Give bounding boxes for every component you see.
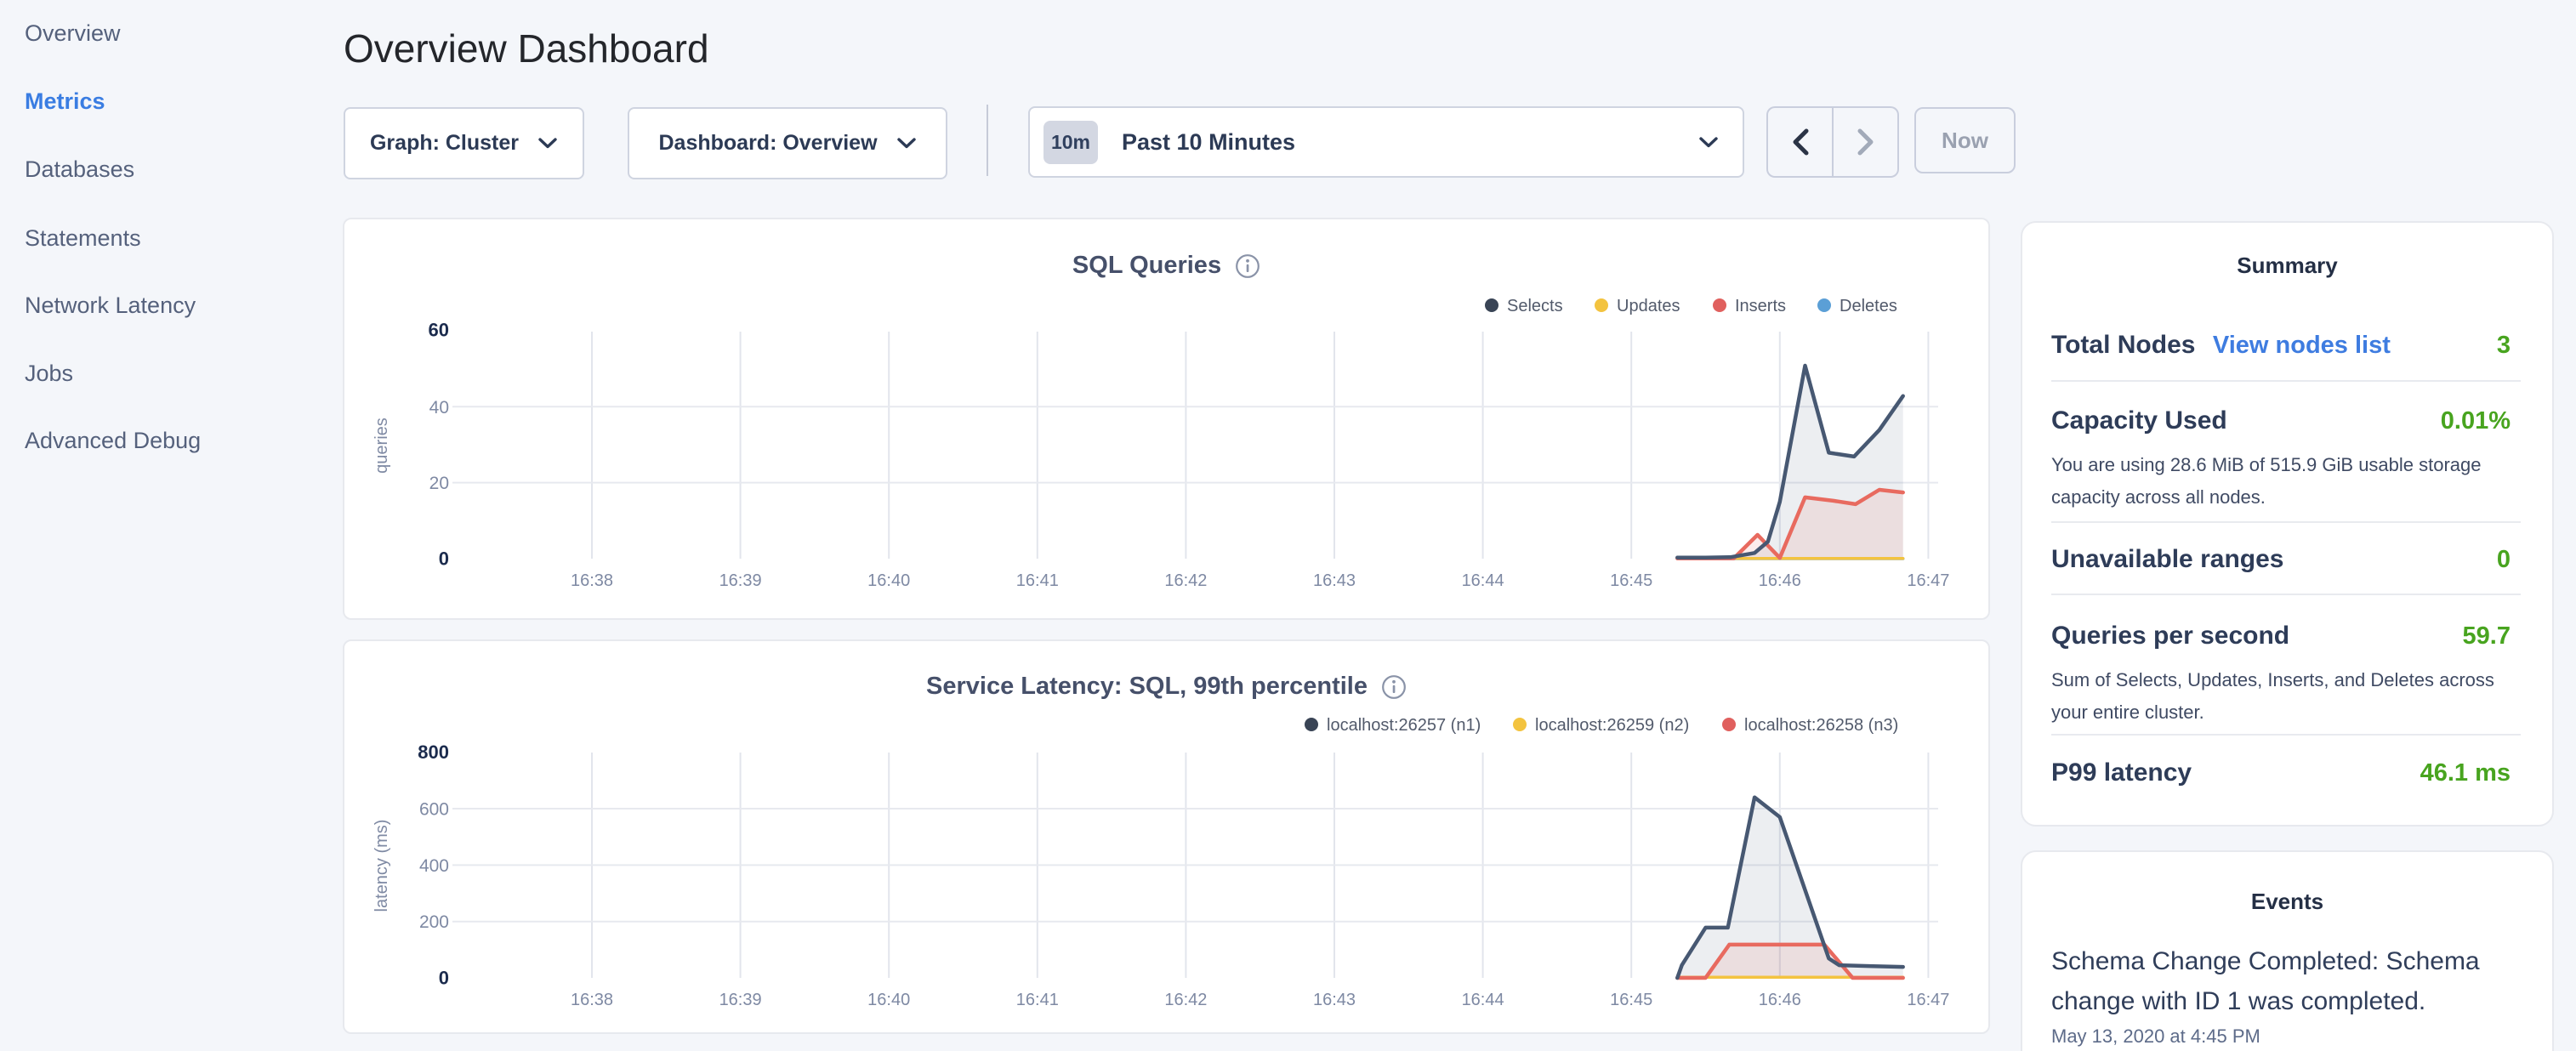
svg-text:16:42: 16:42 (1164, 571, 1207, 590)
svg-text:16:47: 16:47 (1907, 991, 1949, 1009)
svg-text:800: 800 (418, 741, 449, 763)
svg-text:16:40: 16:40 (867, 991, 910, 1009)
svg-text:queries: queries (372, 418, 391, 474)
svg-text:latency (ms): latency (ms) (372, 820, 391, 912)
svg-text:20: 20 (429, 474, 449, 493)
svg-text:60: 60 (429, 320, 449, 341)
svg-text:16:42: 16:42 (1164, 991, 1207, 1009)
svg-text:16:45: 16:45 (1610, 571, 1652, 590)
svg-text:0: 0 (439, 548, 449, 570)
svg-text:16:44: 16:44 (1462, 991, 1504, 1009)
svg-text:16:44: 16:44 (1462, 571, 1504, 590)
svg-text:16:38: 16:38 (571, 571, 613, 590)
svg-text:16:46: 16:46 (1759, 571, 1801, 590)
svg-text:16:43: 16:43 (1313, 571, 1356, 590)
svg-text:16:38: 16:38 (571, 991, 613, 1009)
svg-text:200: 200 (419, 912, 449, 932)
svg-text:400: 400 (419, 856, 449, 876)
svg-text:40: 40 (429, 398, 449, 418)
svg-text:16:41: 16:41 (1016, 571, 1059, 590)
svg-text:600: 600 (419, 800, 449, 820)
svg-text:16:43: 16:43 (1313, 991, 1356, 1009)
svg-text:16:39: 16:39 (719, 991, 762, 1009)
svg-text:16:41: 16:41 (1016, 991, 1059, 1009)
svg-text:16:45: 16:45 (1610, 991, 1652, 1009)
svg-text:16:39: 16:39 (719, 571, 762, 590)
svg-text:16:46: 16:46 (1759, 991, 1801, 1009)
svg-text:16:40: 16:40 (867, 571, 910, 590)
svg-text:16:47: 16:47 (1907, 571, 1949, 590)
svg-text:0: 0 (439, 968, 449, 989)
